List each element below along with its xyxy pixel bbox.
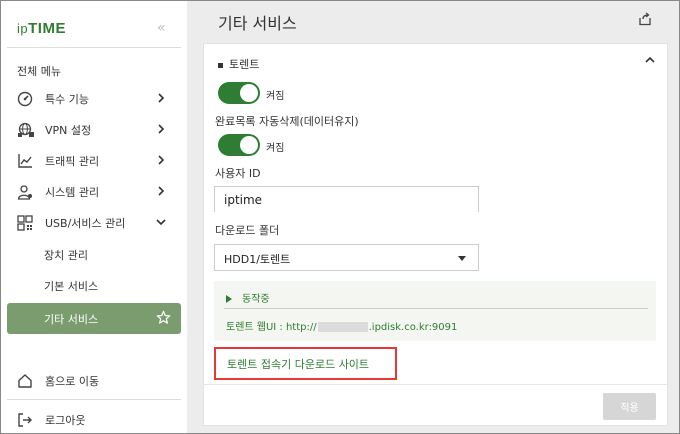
sidebar-item-system[interactable]: 시스템 관리 — [7, 177, 181, 207]
webui-url-prefix: 토렌트 웹UI : http:// — [226, 322, 317, 333]
sidebar-subitem-other-service[interactable]: 기타 서비스 — [7, 303, 181, 334]
toggle-knob — [240, 136, 258, 154]
sidebar-item-label: 시스템 관리 — [45, 186, 100, 199]
panel-divider — [204, 384, 667, 385]
sidebar-subitem-basic-service[interactable]: 기본 서비스 — [7, 271, 181, 301]
chevron-up-icon[interactable] — [644, 55, 656, 65]
home-icon — [17, 373, 39, 389]
sidebar-item-logout[interactable]: 로그아웃 — [7, 405, 181, 434]
user-id-input[interactable]: iptime — [214, 186, 479, 212]
download-site-link[interactable]: 토렌트 접속기 다운로드 사이트 — [214, 347, 397, 380]
sidebar-item-traffic[interactable]: 트래픽 관리 — [7, 146, 181, 176]
download-folder-label: 다운로드 폴더 — [215, 224, 280, 237]
sidebar-item-label: USB/서비스 관리 — [45, 217, 126, 230]
autodelete-toggle[interactable] — [218, 134, 260, 156]
apply-button[interactable]: 적용 — [603, 393, 656, 420]
webui-url: 토렌트 웹UI : http:// .ipdisk.co.kr:9091 — [226, 318, 457, 333]
chevron-down-icon — [156, 219, 166, 226]
globe-network-icon — [17, 122, 39, 138]
speedometer-icon — [17, 91, 39, 107]
chevron-right-icon — [158, 93, 165, 103]
sidebar-subitem-label: 기타 서비스 — [44, 312, 99, 326]
sidebar-divider — [7, 399, 181, 400]
torrent-panel: 토렌트 켜짐 완료목록 자동삭제(데이터유지) 켜짐 사용자 ID iptime… — [203, 43, 668, 426]
torrent-toggle-label: 켜짐 — [266, 91, 285, 102]
status-text: 동작중 — [242, 294, 270, 305]
torrent-toggle[interactable] — [218, 82, 260, 104]
toggle-knob — [240, 84, 258, 102]
sidebar-item-label: 트래픽 관리 — [45, 155, 100, 168]
autodelete-toggle-label: 켜짐 — [266, 143, 285, 154]
download-folder-value: HDD1/토렌트 — [224, 253, 291, 266]
menu-header: 전체 메뉴 — [17, 65, 61, 78]
status-divider — [224, 308, 648, 309]
sidebar-divider — [7, 47, 181, 48]
status-title[interactable]: 동작중 — [226, 290, 270, 305]
caret-down-icon — [458, 256, 466, 261]
page-title: 기타 서비스 — [218, 14, 297, 33]
status-box: 동작중 토렌트 웹UI : http:// .ipdisk.co.kr:9091 — [214, 281, 656, 341]
iptime-logo[interactable]: ipTIME — [17, 20, 66, 37]
logout-icon — [17, 412, 39, 428]
sidebar-item-usb-service[interactable]: USB/서비스 관리 — [7, 208, 181, 238]
sidebar-item-label: 홈으로 이동 — [45, 375, 100, 388]
chevron-right-icon — [158, 124, 165, 134]
sidebar-item-label: VPN 설정 — [45, 124, 92, 137]
sidebar: ipTIME « 전체 메뉴 특수 기능 VPN 설정 트래픽 관리 시스템 관… — [1, 1, 187, 433]
chevron-right-icon — [158, 155, 165, 165]
webui-url-suffix: .ipdisk.co.kr:9091 — [368, 322, 458, 333]
section-title: 토렌트 — [218, 56, 259, 72]
chevron-right-icon — [158, 186, 165, 196]
sidebar-item-home[interactable]: 홈으로 이동 — [7, 366, 181, 396]
redacted-host — [317, 322, 368, 332]
logo-main: TIME — [28, 20, 66, 37]
share-icon[interactable] — [638, 12, 652, 26]
logo-prefix: ip — [17, 21, 29, 36]
sidebar-subitem-device[interactable]: 장치 관리 — [7, 240, 181, 270]
sidebar-item-label: 로그아웃 — [45, 414, 86, 427]
download-folder-select[interactable]: HDD1/토렌트 — [214, 244, 479, 271]
star-icon[interactable] — [156, 310, 171, 325]
sidebar-item-vpn[interactable]: VPN 설정 — [7, 115, 181, 145]
collapse-sidebar-icon[interactable]: « — [157, 20, 166, 36]
user-id-label: 사용자 ID — [215, 167, 261, 180]
user-gear-icon — [17, 184, 39, 200]
chart-icon — [17, 153, 39, 169]
sidebar-item-label: 특수 기능 — [45, 93, 89, 106]
section-title-text: 토렌트 — [229, 58, 260, 71]
grid-icon — [17, 215, 39, 231]
section-bullet — [218, 62, 223, 68]
autodelete-label: 완료목록 자동삭제(데이터유지) — [215, 115, 359, 128]
play-triangle-icon — [226, 295, 232, 303]
sidebar-item-special[interactable]: 특수 기능 — [7, 84, 181, 114]
